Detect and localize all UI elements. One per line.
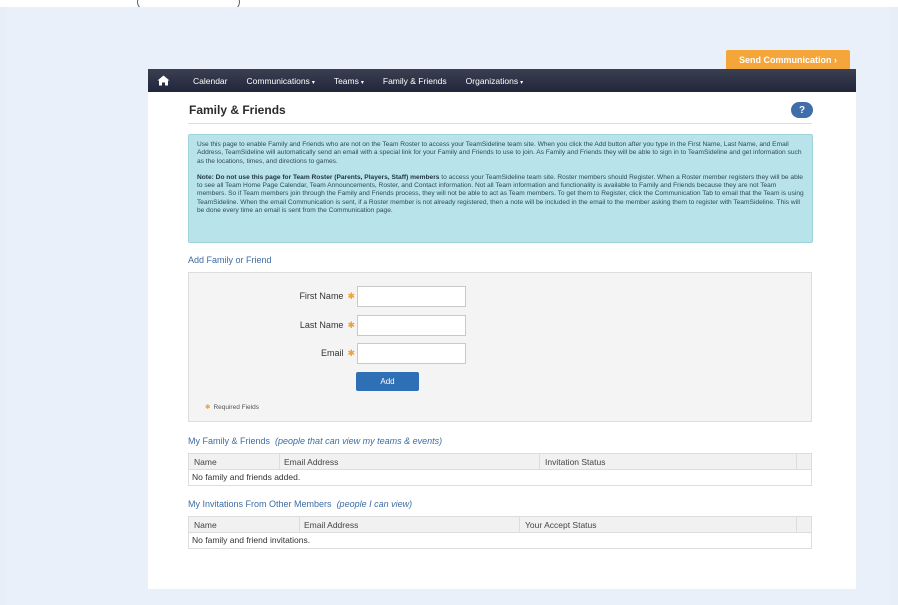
required-star-icon: ✱ [347, 291, 355, 301]
home-icon[interactable] [152, 75, 174, 86]
send-communication-button[interactable]: Send Communication › [726, 50, 850, 69]
empty-row: No family and friends added. [192, 472, 301, 482]
my-invitations-heading: My Invitations From Other Members (peopl… [188, 499, 412, 509]
column-divider [279, 454, 280, 470]
required-star-icon: ✱ [347, 348, 355, 358]
table-header: Name Email Address Invitation Status [189, 454, 811, 470]
column-header-email[interactable]: Email Address [284, 457, 338, 467]
info-box: Use this page to enable Family and Frien… [188, 134, 813, 243]
my-family-heading: My Family & Friends (people that can vie… [188, 436, 442, 446]
label-text: Email [320, 348, 344, 358]
caret-down-icon: ▾ [520, 79, 524, 86]
heading-text: My Invitations From Other Members [188, 499, 332, 509]
label-text: First Name [299, 291, 344, 301]
label-text: Last Name [299, 320, 344, 330]
nav-label: Communications [246, 75, 310, 86]
add-section-heading: Add Family or Friend [188, 255, 272, 265]
empty-row: No family and friend invitations. [192, 535, 311, 545]
last-name-label: Last Name ✱ [300, 320, 355, 331]
required-star-icon: ✱ [205, 404, 211, 411]
last-name-input[interactable] [357, 315, 466, 336]
nav-organizations[interactable]: Organizations ▾ [466, 76, 523, 86]
column-divider [796, 517, 797, 533]
add-friend-form: First Name ✱ Last Name ✱ Email ✱ Add ✱ Requi… [188, 272, 812, 422]
column-divider [796, 454, 797, 470]
required-fields-note: ✱ Required Fields [205, 403, 259, 411]
first-name-input[interactable] [357, 286, 466, 307]
info-note: Note: Do not use this page for Team Rost… [197, 174, 804, 215]
nav-label: Organizations [465, 75, 519, 86]
help-icon[interactable]: ? [791, 102, 813, 118]
first-name-label: First Name ✱ [299, 291, 355, 302]
nav-label: Teams [333, 75, 359, 86]
my-family-table: Name Email Address Invitation Status No … [188, 453, 812, 486]
heading-note: (people I can view) [336, 499, 413, 509]
column-header-name[interactable]: Name [194, 520, 217, 530]
info-note-bold: Note: Do not use this page for Team Rost… [197, 173, 440, 181]
main-nav: Calendar Communications ▾ Teams ▾ Family &… [148, 69, 856, 92]
nav-calendar[interactable]: Calendar [193, 76, 228, 86]
column-header-status[interactable]: Invitation Status [545, 457, 605, 467]
column-divider [519, 517, 520, 533]
page-title: Family & Friends [189, 103, 286, 117]
add-button[interactable]: Add [356, 372, 419, 391]
nav-label: Calendar [193, 75, 228, 86]
table-header: Name Email Address Your Accept Status [189, 517, 811, 533]
nav-family-friends[interactable]: Family & Friends [383, 76, 447, 86]
top-strip [0, 0, 898, 7]
required-star-icon: ✱ [347, 320, 355, 330]
heading-text: My Family & Friends [188, 436, 271, 446]
info-paragraph: Use this page to enable Family and Frien… [197, 141, 802, 165]
nav-teams[interactable]: Teams ▾ [334, 76, 364, 86]
divider [188, 123, 812, 124]
column-divider [299, 517, 300, 533]
column-divider [539, 454, 540, 470]
email-row: Email ✱ [189, 343, 811, 365]
heading-note: (people that can view my teams & events) [275, 436, 443, 446]
required-note-text: Required Fields [213, 404, 259, 411]
column-header-name[interactable]: Name [194, 457, 217, 467]
my-invitations-table: Name Email Address Your Accept Status No… [188, 516, 812, 549]
caret-down-icon: ▾ [360, 79, 364, 86]
column-header-status[interactable]: Your Accept Status [525, 520, 597, 530]
last-name-row: Last Name ✱ [189, 315, 811, 337]
main-card: Family & Friends ? Use this page to enab… [148, 92, 856, 589]
nav-communications[interactable]: Communications ▾ [247, 76, 315, 86]
email-label: Email ✱ [321, 348, 355, 359]
column-header-email[interactable]: Email Address [304, 520, 358, 530]
first-name-row: First Name ✱ [189, 286, 811, 308]
email-input[interactable] [357, 343, 466, 364]
nav-label: Family & Friends [382, 75, 447, 86]
caret-down-icon: ▾ [311, 79, 315, 86]
